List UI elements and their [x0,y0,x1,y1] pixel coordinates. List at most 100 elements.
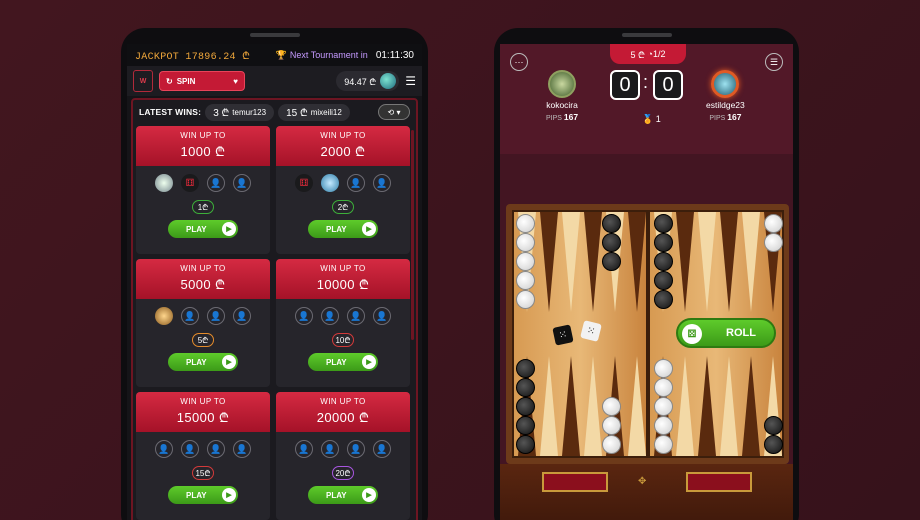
white-checker[interactable] [516,233,535,252]
board-point[interactable] [720,356,738,456]
board-point[interactable] [562,212,580,312]
white-checker[interactable] [602,435,621,454]
dice-avatar: ⚅ [181,174,199,192]
win-up-to-label: WIN UP TO [180,397,226,406]
board-point[interactable] [698,212,716,312]
black-checker[interactable] [516,416,535,435]
lobby-phone: JACKPOT 17896.24 ₾ 🏆 Next Tournament in 01… [121,28,428,520]
empty-seat-icon: 👤 [207,440,225,458]
next-tournament[interactable]: 🏆 Next Tournament in 01:11:30 [276,50,414,61]
black-checker[interactable] [764,435,783,454]
prize-amount: 5000 ₾ [180,277,226,292]
white-checker[interactable] [516,214,535,233]
white-checker[interactable] [654,397,673,416]
black-checker[interactable] [602,252,621,271]
seats: ⚅ 👤 👤 [276,174,410,192]
seats: 👤 👤 👤 👤 [136,440,270,458]
dice-icon: ⚄ [682,324,702,344]
card-header: WIN UP TO 20000 ₾ [276,392,410,432]
trophy-icon: 🏆 [275,49,287,60]
black-checker[interactable] [654,214,673,233]
table-card[interactable]: WIN UP TO 20000 ₾ 👤 👤 👤 👤 20₾ PLAY ▶ [276,392,410,520]
table-card[interactable]: WIN UP TO 1000 ₾ ⚅ 👤 👤 1₾ PLAY ▶ [136,126,270,254]
empty-seat-icon: 👤 [347,440,365,458]
board-point[interactable] [676,212,694,312]
white-checker[interactable] [516,252,535,271]
entry-fee: 1₾ [192,200,214,214]
play-button[interactable]: PLAY ▶ [308,220,378,238]
entry-fee: 20₾ [332,466,354,480]
board-point[interactable] [742,212,760,312]
scrollbar[interactable] [411,130,414,340]
black-checker[interactable] [654,271,673,290]
black-checker[interactable] [516,397,535,416]
balance-chip[interactable]: 94.47 ₾ [336,71,400,91]
board-point[interactable] [628,212,646,312]
prize-amount: 15000 ₾ [176,410,230,425]
board-point[interactable] [628,356,646,456]
roll-label: ROLL [726,327,756,339]
white-checker[interactable] [602,397,621,416]
play-icon: ▶ [362,355,376,369]
board-point[interactable] [742,356,760,456]
seats: ⚅ 👤 👤 [136,174,270,192]
play-button[interactable]: PLAY ▶ [168,486,238,504]
board-point[interactable] [584,356,602,456]
black-checker[interactable] [516,359,535,378]
white-checker[interactable] [516,271,535,290]
black-checker[interactable] [654,252,673,271]
board-point[interactable] [540,212,558,312]
player-2-pips: PIPS 167 [706,112,745,122]
white-checker[interactable] [516,290,535,309]
black-checker[interactable] [764,416,783,435]
board-point[interactable] [584,212,602,312]
black-checker[interactable] [516,435,535,454]
table-card[interactable]: WIN UP TO 10000 ₾ 👤 👤 👤 👤 10₾ PLAY ▶ [276,259,410,387]
play-button[interactable]: PLAY ▶ [308,353,378,371]
board-point[interactable] [676,356,694,456]
table-card[interactable]: WIN UP TO 5000 ₾ 👤 👤 👤 5₾ PLAY ▶ [136,259,270,387]
spin-label: SPIN [176,76,196,86]
black-checker[interactable] [654,290,673,309]
app-logo[interactable]: W [133,70,153,92]
empty-seat-icon: 👤 [295,440,313,458]
backgammon-board: ⁙ ⁙ ⚄ ROLL [506,204,789,464]
black-checker[interactable] [602,214,621,233]
table-card[interactable]: WIN UP TO 2000 ₾ ⚅ 👤 👤 2₾ PLAY ▶ [276,126,410,254]
play-label: PLAY [186,490,207,500]
board-point[interactable] [562,356,580,456]
more-options-icon[interactable]: ⋯ [510,53,528,71]
white-checker[interactable] [654,416,673,435]
play-button[interactable]: PLAY ▶ [168,353,238,371]
stake-amount: 5 ₾ [630,49,645,60]
black-checker[interactable] [516,378,535,397]
hamburger-menu-icon[interactable]: ☰ [765,53,783,71]
medal-count: 🏅 1 [642,114,661,125]
win-up-to-label: WIN UP TO [320,131,366,140]
player-1-avatar [548,70,577,98]
black-checker[interactable] [602,233,621,252]
spin-button[interactable]: ↻ SPIN ♥ [159,71,245,91]
roll-button[interactable]: ⚄ ROLL [676,318,776,348]
white-checker[interactable] [764,233,783,252]
card-header: WIN UP TO 10000 ₾ [276,259,410,299]
white-checker[interactable] [764,214,783,233]
empty-seat-icon: 👤 [233,174,251,192]
table-card[interactable]: WIN UP TO 15000 ₾ 👤 👤 👤 👤 15₾ PLAY ▶ [136,392,270,520]
black-checker[interactable] [654,233,673,252]
hamburger-menu-icon[interactable]: ☰ [405,75,416,87]
white-checker[interactable] [654,359,673,378]
user-avatar [380,73,397,89]
play-button[interactable]: PLAY ▶ [168,220,238,238]
board-point[interactable] [540,356,558,456]
white-checker[interactable] [602,416,621,435]
win-up-to-label: WIN UP TO [320,264,366,273]
white-checker[interactable] [654,435,673,454]
history-dropdown[interactable]: ⟲ ▾ [378,104,410,120]
board-point[interactable] [698,356,716,456]
player-2: estildge23 PIPS 167 [706,70,745,122]
white-checker[interactable] [654,378,673,397]
play-button[interactable]: PLAY ▶ [308,486,378,504]
win-up-to-label: WIN UP TO [320,397,366,406]
board-point[interactable] [720,212,738,312]
